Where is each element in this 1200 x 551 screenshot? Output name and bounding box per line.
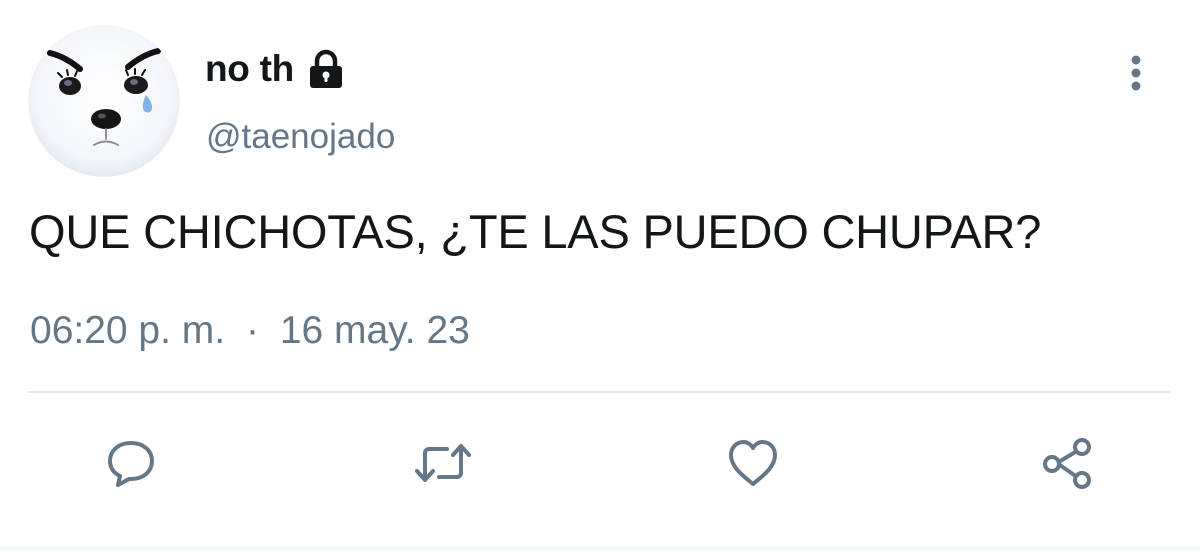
display-name[interactable]: no th [205, 48, 294, 90]
share-button[interactable] [1032, 428, 1102, 498]
like-button[interactable] [718, 428, 788, 498]
retweet-button[interactable] [408, 428, 478, 498]
comment-bubble-icon [108, 441, 154, 487]
reply-button[interactable] [96, 428, 166, 498]
tweet-time: 06:20 p. m. [30, 309, 226, 352]
tweet-date: 16 may. 23 [279, 309, 470, 352]
tweet-text: QUE CHICHOTAS, ¿TE LAS PUEDO CHUPAR? [29, 205, 1042, 258]
timestamp-separator: · [245, 309, 259, 352]
avatar[interactable] [28, 25, 180, 177]
tweet-timestamp[interactable]: 06:20 p. m. · 16 may. 23 [30, 309, 470, 353]
lock-icon [304, 47, 348, 91]
angry-crying-dog-avatar-icon [28, 25, 180, 177]
heart-icon [729, 440, 777, 486]
author-name-row[interactable]: no th [205, 44, 348, 94]
user-handle[interactable]: @taenojado [206, 117, 395, 157]
retweet-icon [415, 444, 471, 482]
more-options-button[interactable] [1118, 48, 1154, 98]
tweet-card: no th @taenojado QUE CHICHOTAS, ¿TE LAS … [0, 0, 1200, 551]
divider [28, 391, 1170, 393]
more-vertical-icon [1131, 55, 1141, 91]
share-icon [1043, 438, 1091, 489]
bottom-edge [0, 546, 1200, 551]
